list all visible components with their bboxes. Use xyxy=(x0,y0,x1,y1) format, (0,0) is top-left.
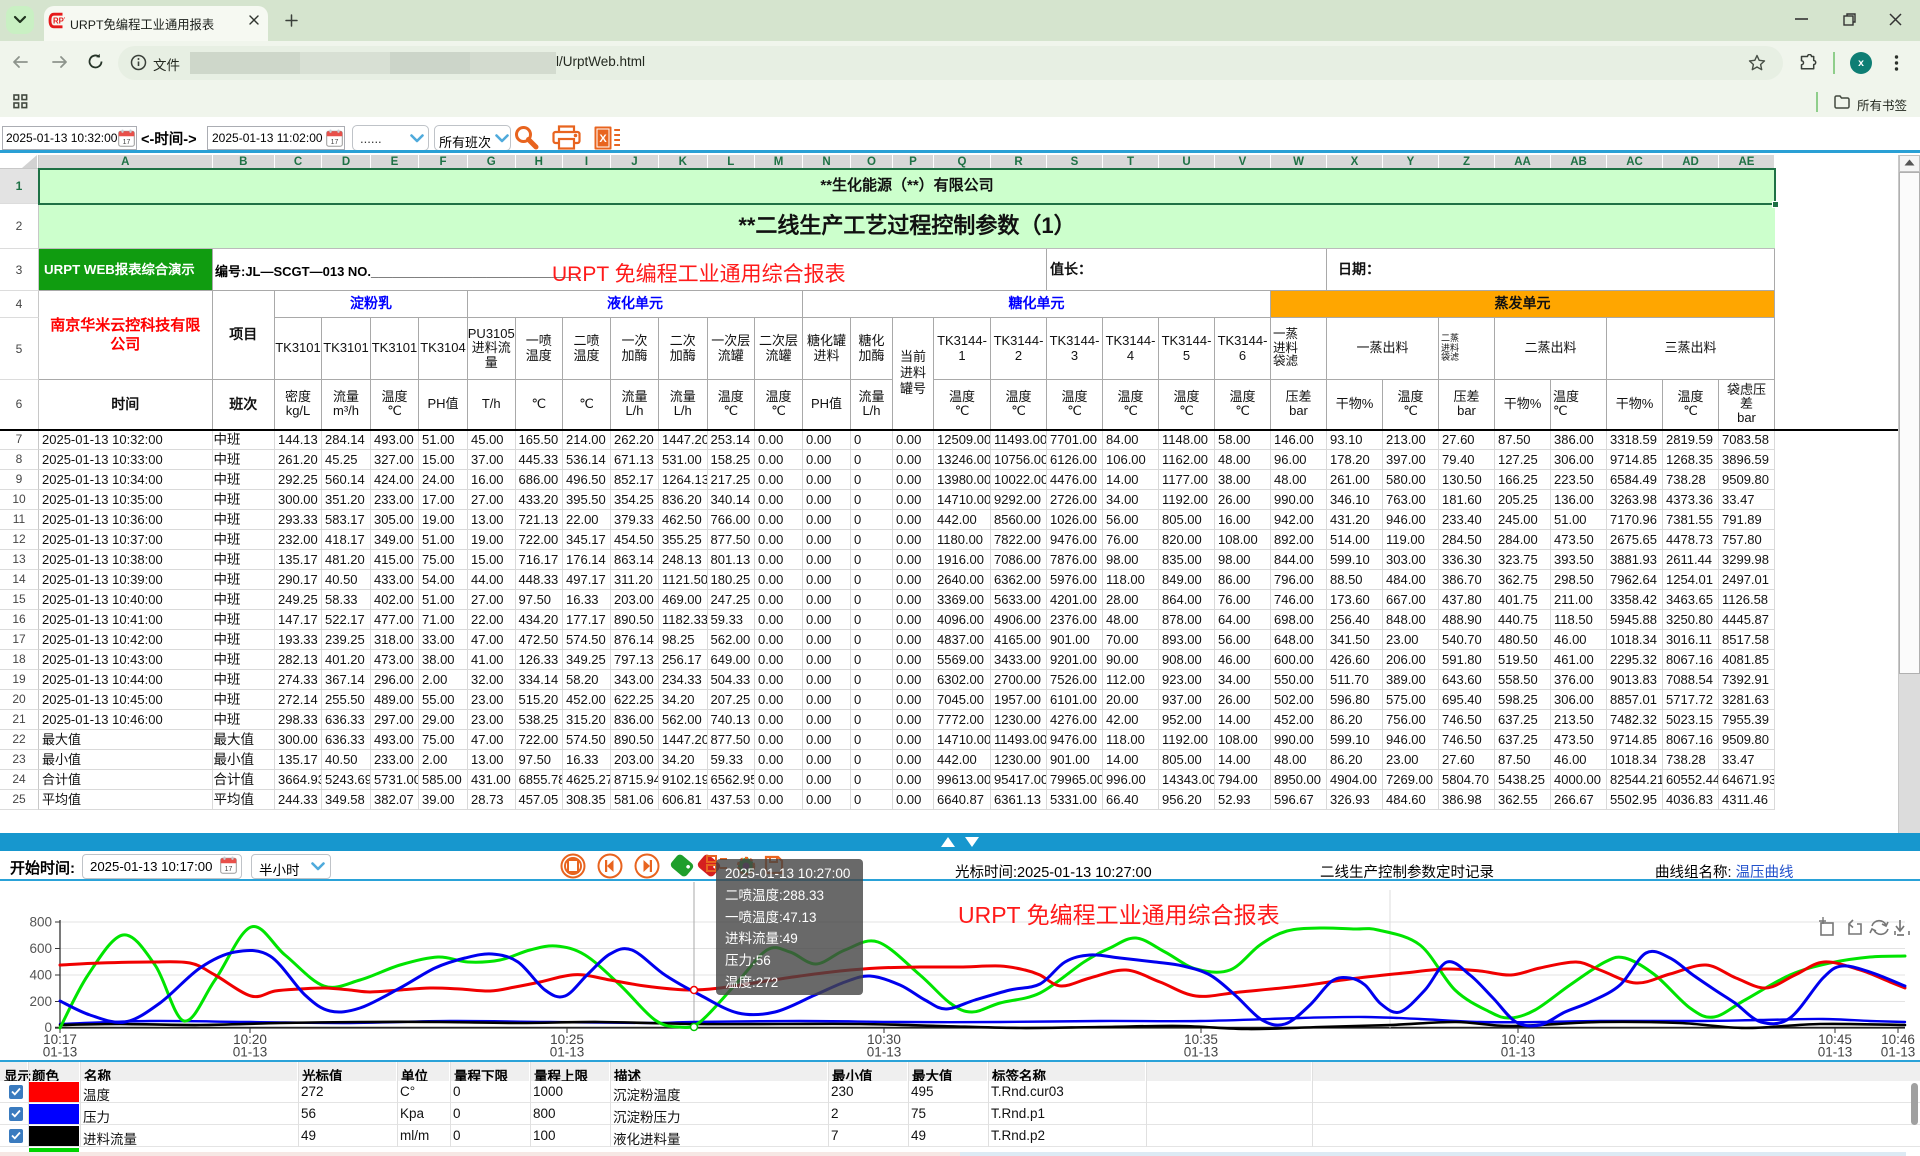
svg-text:01-13: 01-13 xyxy=(867,1045,902,1060)
svg-text:01-13: 01-13 xyxy=(1818,1045,1853,1060)
svg-text:17: 17 xyxy=(331,139,339,146)
svg-text:01-13: 01-13 xyxy=(1501,1045,1536,1060)
svg-text:RPT: RPT xyxy=(53,17,65,26)
svg-text:400: 400 xyxy=(29,968,52,983)
svg-text:01-13: 01-13 xyxy=(550,1045,585,1060)
svg-text:17: 17 xyxy=(225,866,233,873)
svg-text:01-13: 01-13 xyxy=(1184,1045,1219,1060)
svg-text:600: 600 xyxy=(29,941,52,956)
svg-text:800: 800 xyxy=(29,915,52,930)
svg-text:01-13: 01-13 xyxy=(1881,1045,1916,1060)
svg-text:01-13: 01-13 xyxy=(43,1045,78,1060)
svg-text:01-13: 01-13 xyxy=(233,1045,268,1060)
svg-text:X: X xyxy=(599,133,607,145)
svg-text:17: 17 xyxy=(123,139,131,146)
svg-text:200: 200 xyxy=(29,994,52,1009)
